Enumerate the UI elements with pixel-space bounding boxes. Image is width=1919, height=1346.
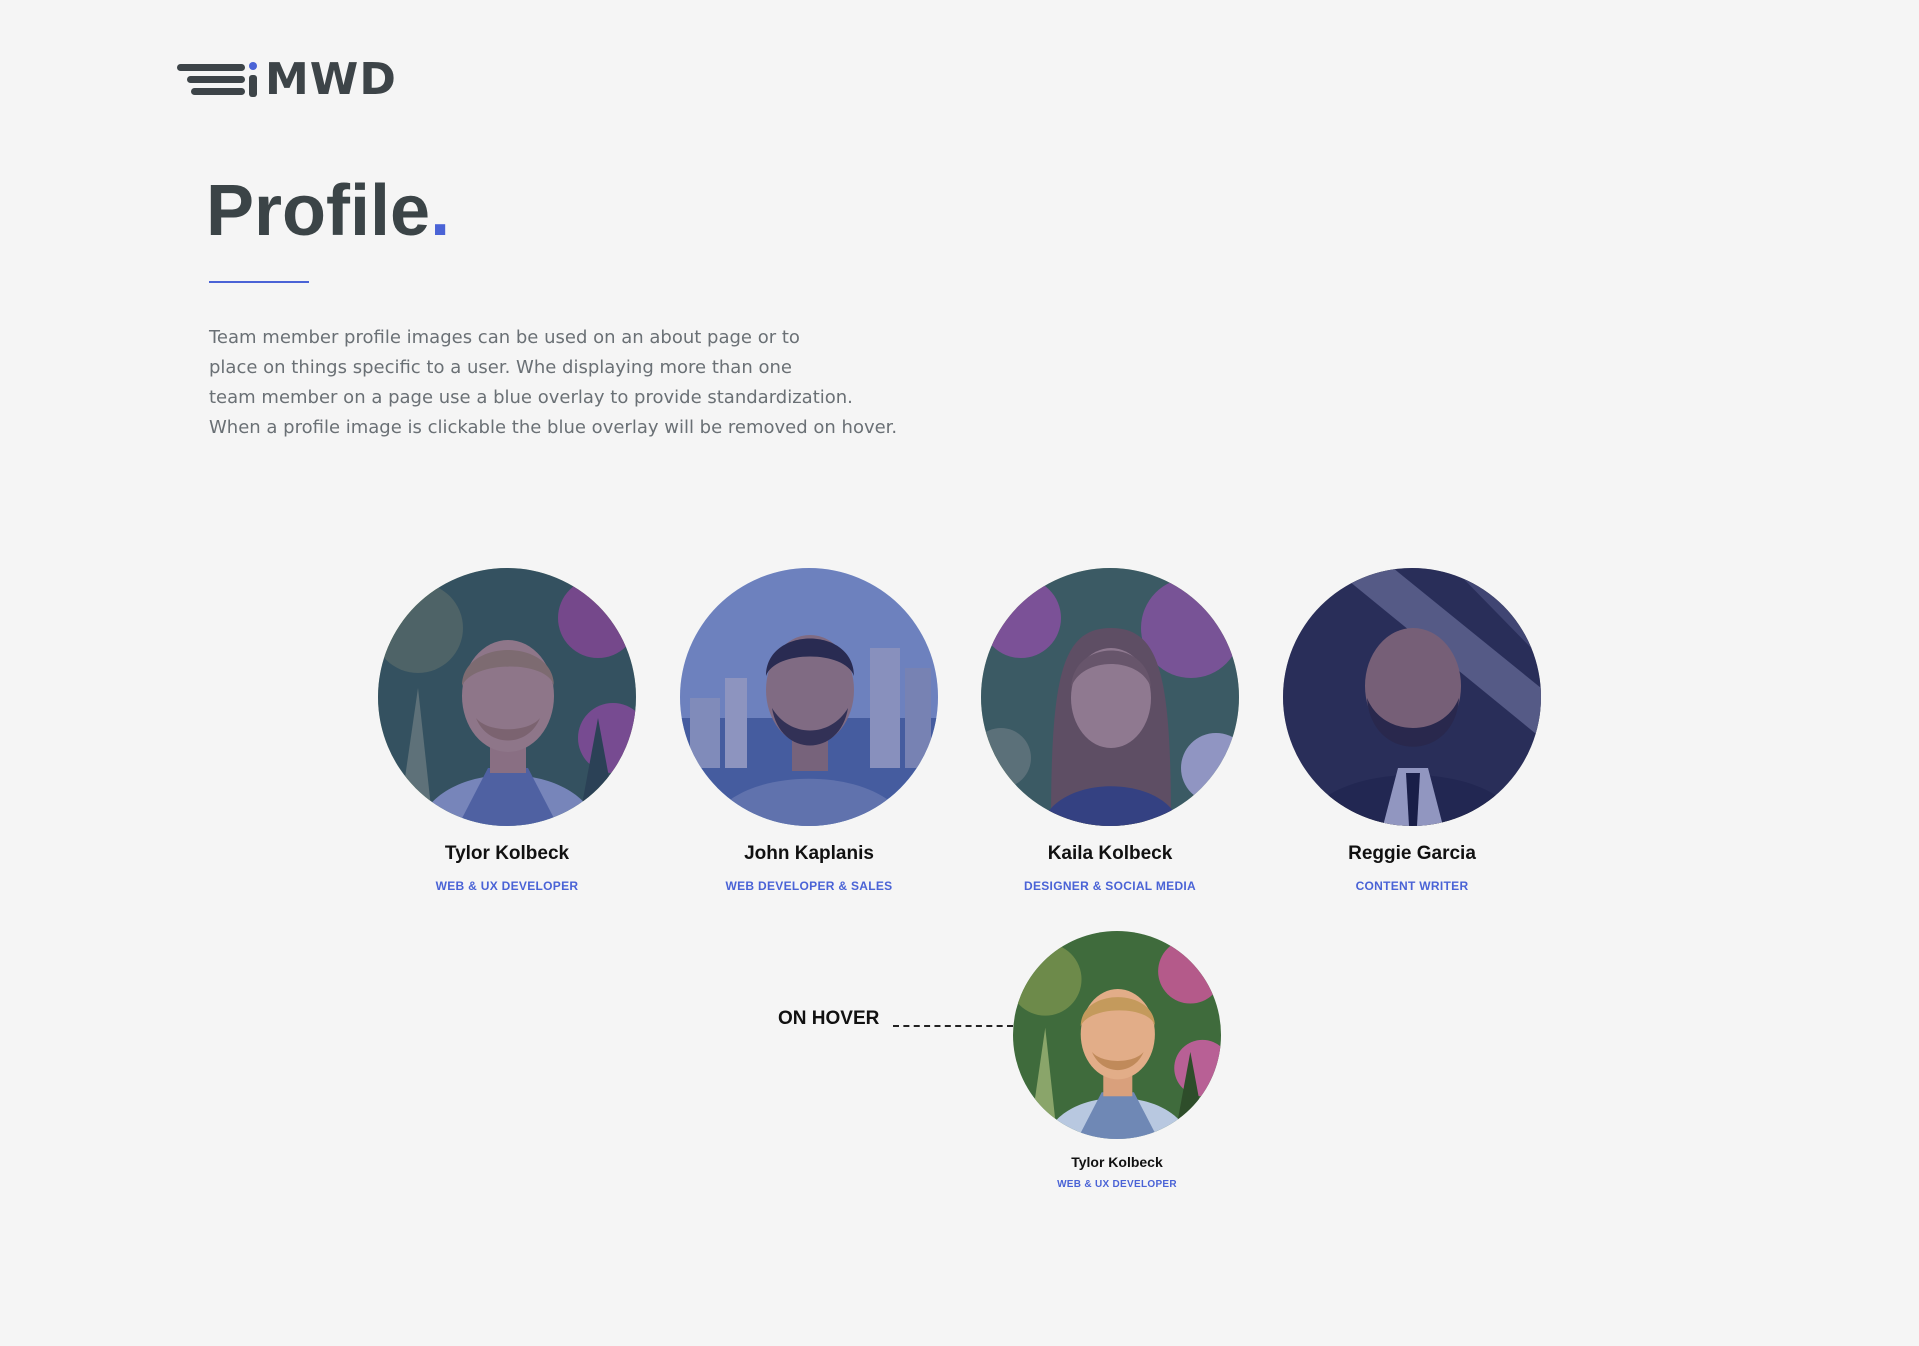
blue-overlay <box>378 568 636 826</box>
page-description: Team member profile images can be used o… <box>209 323 929 443</box>
member-role: DESIGNER & SOCIAL MEDIA <box>1023 879 1197 893</box>
member-name: John Kaplanis <box>744 843 874 864</box>
description-line: When a profile image is clickable the bl… <box>209 417 898 438</box>
profile-image-reggie-garcia[interactable] <box>1283 568 1541 826</box>
blue-overlay <box>981 568 1239 826</box>
member-name: Kaila Kolbeck <box>1047 843 1173 864</box>
blue-overlay <box>680 568 938 826</box>
member-role: WEB & UX DEVELOPER <box>1057 1179 1177 1190</box>
page-title-text: Profile <box>206 171 431 251</box>
on-hover-label: ON HOVER <box>778 1008 880 1029</box>
page-title: Profile. <box>206 166 450 256</box>
member-role: WEB & UX DEVELOPER <box>435 879 579 893</box>
member-name: Reggie Garcia <box>1348 843 1476 864</box>
member-name: Tylor Kolbeck <box>1071 1154 1163 1170</box>
member-name: Tylor Kolbeck <box>444 843 570 864</box>
logo-i-icon <box>247 60 259 100</box>
team-member-card: John Kaplanis WEB DEVELOPER & SALES <box>680 568 938 894</box>
description-line: team member on a page use a blue overlay… <box>209 387 853 408</box>
member-role: CONTENT WRITER <box>1355 879 1469 893</box>
logo-speed-lines-icon <box>177 60 249 100</box>
hover-example-card: Tylor Kolbeck WEB & UX DEVELOPER <box>1013 931 1221 1191</box>
team-member-card: Tylor Kolbeck WEB & UX DEVELOPER <box>378 568 636 894</box>
description-line: place on things specific to a user. Whe … <box>209 357 792 378</box>
dashed-connector <box>893 1025 1013 1027</box>
profile-image-hover-tylor-kolbeck[interactable] <box>1013 931 1221 1139</box>
profile-image-kaila-kolbeck[interactable] <box>981 568 1239 826</box>
logo-text: MWD <box>265 54 397 105</box>
blue-overlay <box>1283 568 1541 826</box>
imwd-logo[interactable]: MWD <box>177 54 397 105</box>
profile-image-john-kaplanis[interactable] <box>680 568 938 826</box>
profile-image-tylor-kolbeck[interactable] <box>378 568 636 826</box>
description-line: Team member profile images can be used o… <box>209 327 800 348</box>
title-period: . <box>430 171 451 251</box>
title-underline <box>209 281 309 283</box>
member-role: WEB DEVELOPER & SALES <box>725 879 893 893</box>
team-member-card: Reggie Garcia CONTENT WRITER <box>1283 568 1541 894</box>
team-member-card: Kaila Kolbeck DESIGNER & SOCIAL MEDIA <box>981 568 1239 894</box>
